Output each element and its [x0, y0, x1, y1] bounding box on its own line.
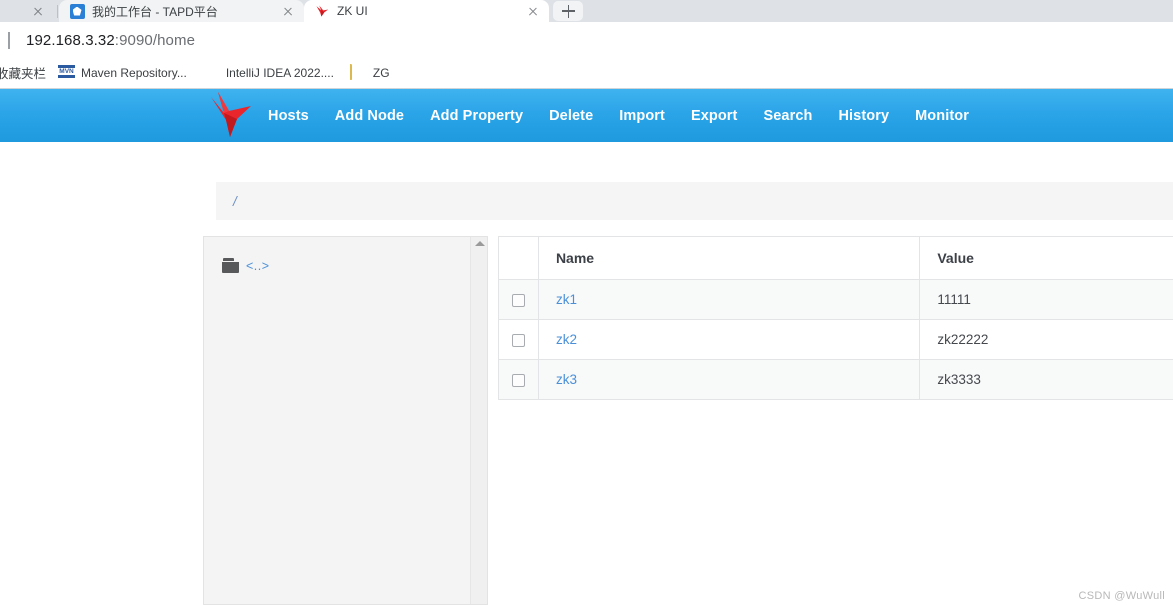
table-row[interactable]: zk1 11111 [498, 279, 1173, 320]
bookmarks-bar-label: 收藏夹栏 [0, 67, 47, 81]
url-bar-text[interactable]: 192.168.3.32:9090/home [26, 32, 195, 49]
table-header-row: Name Value [498, 236, 1173, 280]
browser-tab-title: 我的工作台 - TAPD平台 [92, 4, 218, 19]
navbar-links: Hosts Add Node Add Property Delete Impor… [268, 89, 995, 143]
bookmark-intellij-idea[interactable]: IntelliJ IDEA 2022.... [203, 65, 334, 81]
properties-table: Name Value zk1 11111 zk2 zk22222 zk3 zk3… [498, 236, 1173, 400]
table-header: Name Value [498, 236, 1173, 280]
node-link[interactable]: zk2 [556, 332, 577, 347]
tree-item-root[interactable]: <..> [222, 258, 270, 273]
browser-tab-title: ZK UI [337, 4, 368, 18]
nav-item-hosts[interactable]: Hosts [268, 108, 309, 124]
bookmark-label: Maven Repository... [81, 65, 187, 80]
tree-item-label[interactable]: <..> [246, 259, 270, 273]
breadcrumb: / [216, 182, 1173, 220]
tree-scrollbar[interactable] [470, 237, 487, 604]
page-content: Hosts Add Node Add Property Delete Impor… [0, 88, 1173, 605]
nav-item-add-node[interactable]: Add Node [335, 108, 404, 124]
bookmark-folder-zg[interactable]: ZG [349, 63, 390, 81]
row-select-cell[interactable] [498, 359, 539, 400]
row-select-cell[interactable] [498, 319, 539, 360]
column-header-name: Name [537, 236, 921, 280]
nav-item-monitor[interactable]: Monitor [915, 108, 969, 124]
row-select-cell[interactable] [498, 279, 539, 320]
table-row[interactable]: zk3 zk3333 [498, 359, 1173, 400]
app-navbar: Hosts Add Node Add Property Delete Impor… [0, 88, 1173, 142]
url-path: :9090/home [114, 31, 196, 49]
nav-item-export[interactable]: Export [691, 108, 738, 124]
nav-item-delete[interactable]: Delete [549, 108, 593, 124]
row-name-cell: zk3 [537, 359, 921, 400]
close-icon[interactable] [30, 3, 46, 19]
row-name-cell: zk1 [537, 279, 921, 320]
browser-tab-clipped-previous[interactable] [0, 0, 56, 22]
row-name-cell: zk2 [537, 319, 921, 360]
watermark: CSDN @WuWull [1078, 590, 1165, 602]
browser-tab-strip: 我的工作台 - TAPD平台 ZK UI [0, 0, 1173, 22]
intellij-icon [203, 65, 219, 81]
table-row[interactable]: zk2 zk22222 [498, 319, 1173, 360]
bookmark-label: ZG [372, 65, 390, 80]
row-checkbox[interactable] [511, 373, 525, 387]
browser-tab-zk-ui[interactable]: ZK UI [304, 0, 549, 22]
row-value-cell: 11111 [919, 279, 1173, 320]
tapd-icon [69, 3, 85, 19]
bookmark-label: IntelliJ IDEA 2022.... [225, 65, 334, 80]
bookmarks-bar: 收藏夹栏 MVN Maven Repository... IntelliJ ID… [0, 58, 1173, 88]
browser-tab-tapd[interactable]: 我的工作台 - TAPD平台 [59, 0, 304, 22]
node-link[interactable]: zk3 [556, 372, 577, 387]
breadcrumb-root-link[interactable]: / [233, 194, 237, 209]
nav-item-import[interactable]: Import [619, 108, 665, 124]
folder-icon [349, 63, 366, 81]
bookmark-maven-repository[interactable]: MVN Maven Repository... [58, 64, 187, 81]
browser-chrome: 我的工作台 - TAPD平台 ZK UI 192.168.3.32:9090/h… [0, 0, 1173, 88]
tab-divider [57, 5, 58, 18]
node-tree-panel: <..> [203, 236, 488, 605]
node-link[interactable]: zk1 [556, 292, 577, 307]
close-icon[interactable] [525, 3, 541, 19]
new-tab-button[interactable] [553, 1, 583, 21]
chevron-up-icon[interactable] [475, 241, 485, 246]
column-header-select [498, 236, 539, 280]
url-host: 192.168.3.32 [26, 31, 115, 49]
zk-bird-icon [314, 3, 330, 19]
omnibox-row: 192.168.3.32:9090/home [0, 22, 1173, 58]
maven-icon: MVN [58, 64, 76, 81]
table-body: zk1 11111 zk2 zk22222 zk3 zk3333 [498, 279, 1173, 400]
nav-item-search[interactable]: Search [763, 108, 812, 124]
zk-bird-logo[interactable] [204, 83, 256, 139]
row-value-cell: zk3333 [919, 359, 1173, 400]
row-checkbox[interactable] [511, 333, 525, 347]
folder-icon [222, 258, 239, 273]
row-checkbox[interactable] [511, 293, 525, 307]
nav-item-history[interactable]: History [838, 108, 889, 124]
row-value-cell: zk22222 [919, 319, 1173, 360]
column-header-value: Value [919, 236, 1173, 280]
nav-item-add-property[interactable]: Add Property [430, 108, 523, 124]
close-icon[interactable] [280, 3, 296, 19]
omnibox-caret [8, 31, 10, 49]
